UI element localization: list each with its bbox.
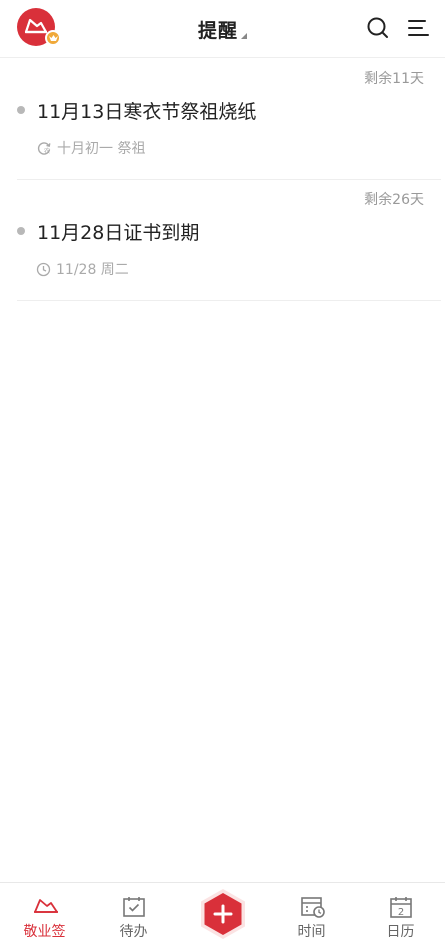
tab-calendar[interactable]: 2 日历 — [356, 883, 445, 941]
tab-label: 待办 — [119, 924, 148, 940]
reminder-meta-text: 11/28 周二 — [56, 262, 129, 278]
list-item[interactable]: 剩余11天 11月13日寒衣节祭祖烧纸 农 十月初一 祭祖 — [17, 59, 441, 180]
add-icon — [201, 889, 245, 939]
tab-label: 日历 — [386, 924, 415, 940]
clock-icon — [36, 262, 51, 276]
bullet-dot — [17, 106, 25, 114]
tab-notes[interactable]: 敬业签 — [0, 883, 89, 941]
svg-text:农: 农 — [44, 147, 50, 155]
time-calendar-icon — [301, 897, 325, 918]
tab-todo[interactable]: 待办 — [89, 883, 178, 941]
reminder-title: 11月13日寒衣节祭祖烧纸 — [37, 101, 257, 123]
search-icon — [367, 17, 388, 38]
svg-text:2: 2 — [398, 907, 404, 918]
title-dropdown-caret-icon[interactable] — [241, 33, 247, 39]
tab-time[interactable]: 时间 — [267, 883, 356, 941]
reminder-list: 剩余11天 11月13日寒衣节祭祖烧纸 农 十月初一 祭祖 剩余26天 11月2… — [0, 59, 445, 301]
reminder-meta: 11/28 周二 — [36, 259, 129, 279]
menu-icon — [408, 20, 429, 36]
notes-hat-icon — [34, 899, 58, 913]
page-title[interactable]: 提醒 — [198, 16, 238, 43]
reminder-meta-text: 十月初一 祭祖 — [57, 141, 146, 157]
bullet-dot — [17, 227, 25, 235]
remaining-days: 剩余11天 — [364, 71, 424, 87]
list-item[interactable]: 剩余26天 11月28日证书到期 11/28 周二 — [17, 180, 441, 301]
search-button[interactable] — [364, 14, 392, 42]
tab-label: 时间 — [297, 924, 326, 940]
reminder-title: 11月28日证书到期 — [37, 222, 200, 244]
reminder-meta: 农 十月初一 祭祖 — [36, 138, 145, 158]
add-button[interactable] — [198, 887, 248, 941]
calendar-icon: 2 — [390, 897, 412, 918]
remaining-days: 剩余26天 — [364, 192, 424, 208]
menu-button[interactable] — [405, 14, 433, 42]
top-bar: 提醒 — [0, 0, 445, 58]
todo-check-icon — [123, 897, 145, 917]
tab-label: 敬业签 — [23, 924, 66, 940]
lunar-repeat-icon: 农 — [37, 142, 51, 155]
